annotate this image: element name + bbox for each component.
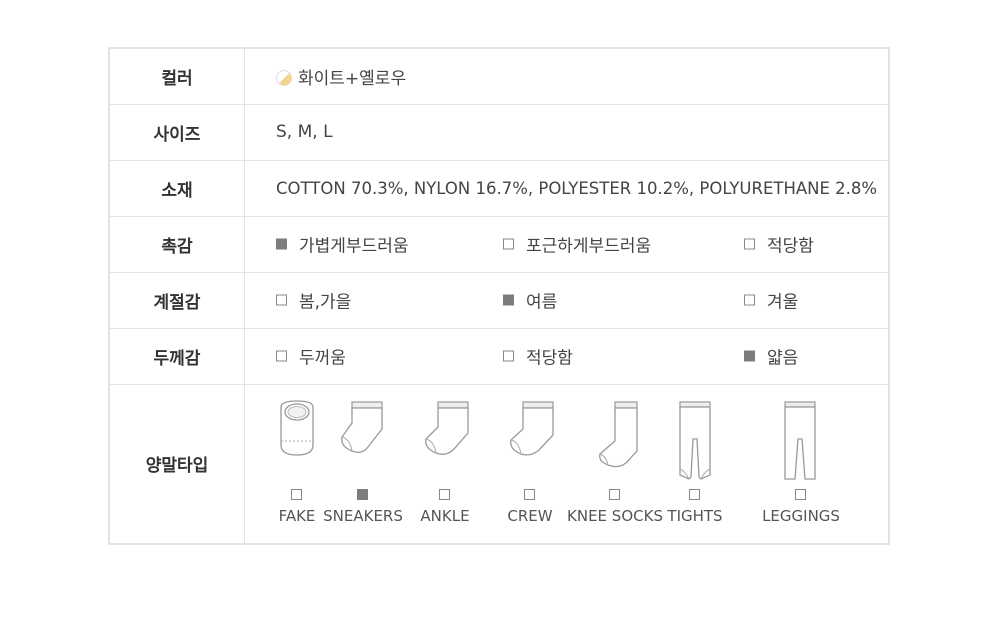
checkbox [744,294,755,306]
sock-label-tights: TIGHTS [667,506,723,525]
checkbox [609,488,620,500]
touch-row: 촉감 가볍게부드러움 포근하게부드러움 적당함 [108,215,890,273]
thickness-option: 얇음 [744,344,798,369]
sock-type-row: 양말타입 FAKE SNEAKERS ANKLE CREW KNEE SOCKS… [108,383,890,544]
size-label: 사이즈 [108,103,245,161]
option-label: 여름 [526,292,558,313]
touch-option: 적당함 [744,232,814,257]
leggings-icon [784,400,816,480]
material-label: 소재 [108,159,245,217]
sock-label-fake: FAKE [278,506,316,525]
checkbox [744,350,755,362]
thickness-options: 두꺼움 적당함 얇음 [244,327,890,385]
knee-sock-icon [599,400,638,467]
product-spec-table: 컬러 화이트+옐로우 사이즈 S, M, L 소재 COTTON 70.3%, … [108,47,890,545]
season-row: 계절감 봄,가을 여름 겨울 [108,271,890,329]
checkbox [357,488,368,500]
checkbox [276,238,287,250]
size-row: 사이즈 S, M, L [108,103,890,161]
option-label: 가볍게부드러움 [299,236,409,257]
sock-label-crew: CREW [507,506,553,525]
option-label: 포근하게부드러움 [526,236,652,257]
checkbox [689,488,700,500]
sock-type-options: FAKE SNEAKERS ANKLE CREW KNEE SOCKS TIGH… [244,383,890,544]
season-options: 봄,가을 여름 겨울 [244,271,890,329]
thickness-option: 적당함 [503,344,573,369]
season-option: 여름 [503,288,557,313]
thickness-row: 두께감 두꺼움 적당함 얇음 [108,327,890,385]
thickness-label: 두께감 [108,327,245,385]
color-row: 컬러 화이트+옐로우 [108,47,890,105]
checkbox [503,350,514,362]
sock-type-label: 양말타입 [108,383,245,544]
checkbox [524,488,535,500]
sock-label-ankle: ANKLE [420,506,470,525]
touch-label: 촉감 [108,215,245,273]
crew-sock-icon [510,400,554,456]
tights-icon [679,400,711,480]
checkbox [503,238,514,250]
season-option: 봄,가을 [276,288,351,313]
sock-option-leggings: LEGGINGS [754,385,854,543]
color-value-cell: 화이트+옐로우 [244,47,890,105]
checkbox [276,350,287,362]
material-value: COTTON 70.3%, NYLON 16.7%, POLYESTER 10.… [244,159,890,217]
size-value: S, M, L [244,103,890,161]
color-label: 컬러 [108,47,245,105]
ankle-sock-icon [425,400,469,455]
checkbox [276,294,287,306]
checkbox [503,294,514,306]
sneakers-sock-icon [341,400,383,453]
color-swatch-icon [276,69,292,86]
checkbox [795,488,806,500]
sock-label-knee: KNEE SOCKS [567,506,663,525]
option-label: 겨울 [767,292,799,313]
option-label: 적당함 [526,348,573,369]
touch-option: 포근하게부드러움 [503,232,651,257]
checkbox [744,238,755,250]
material-row: 소재 COTTON 70.3%, NYLON 16.7%, POLYESTER … [108,159,890,217]
touch-option: 가볍게부드러움 [276,232,408,257]
option-label: 두꺼움 [299,348,346,369]
option-label: 봄,가을 [299,292,352,313]
touch-options: 가볍게부드러움 포근하게부드러움 적당함 [244,215,890,273]
season-option: 겨울 [744,288,798,313]
sock-label-sneakers: SNEAKERS [323,506,403,525]
thickness-option: 두꺼움 [276,344,346,369]
option-label: 얇음 [767,348,799,369]
fake-sock-icon [280,399,314,456]
checkbox [291,488,302,500]
color-value: 화이트+옐로우 [298,68,407,89]
option-label: 적당함 [767,236,814,257]
checkbox [439,488,450,500]
sock-label-leggings: LEGGINGS [762,506,840,525]
season-label: 계절감 [108,271,245,329]
